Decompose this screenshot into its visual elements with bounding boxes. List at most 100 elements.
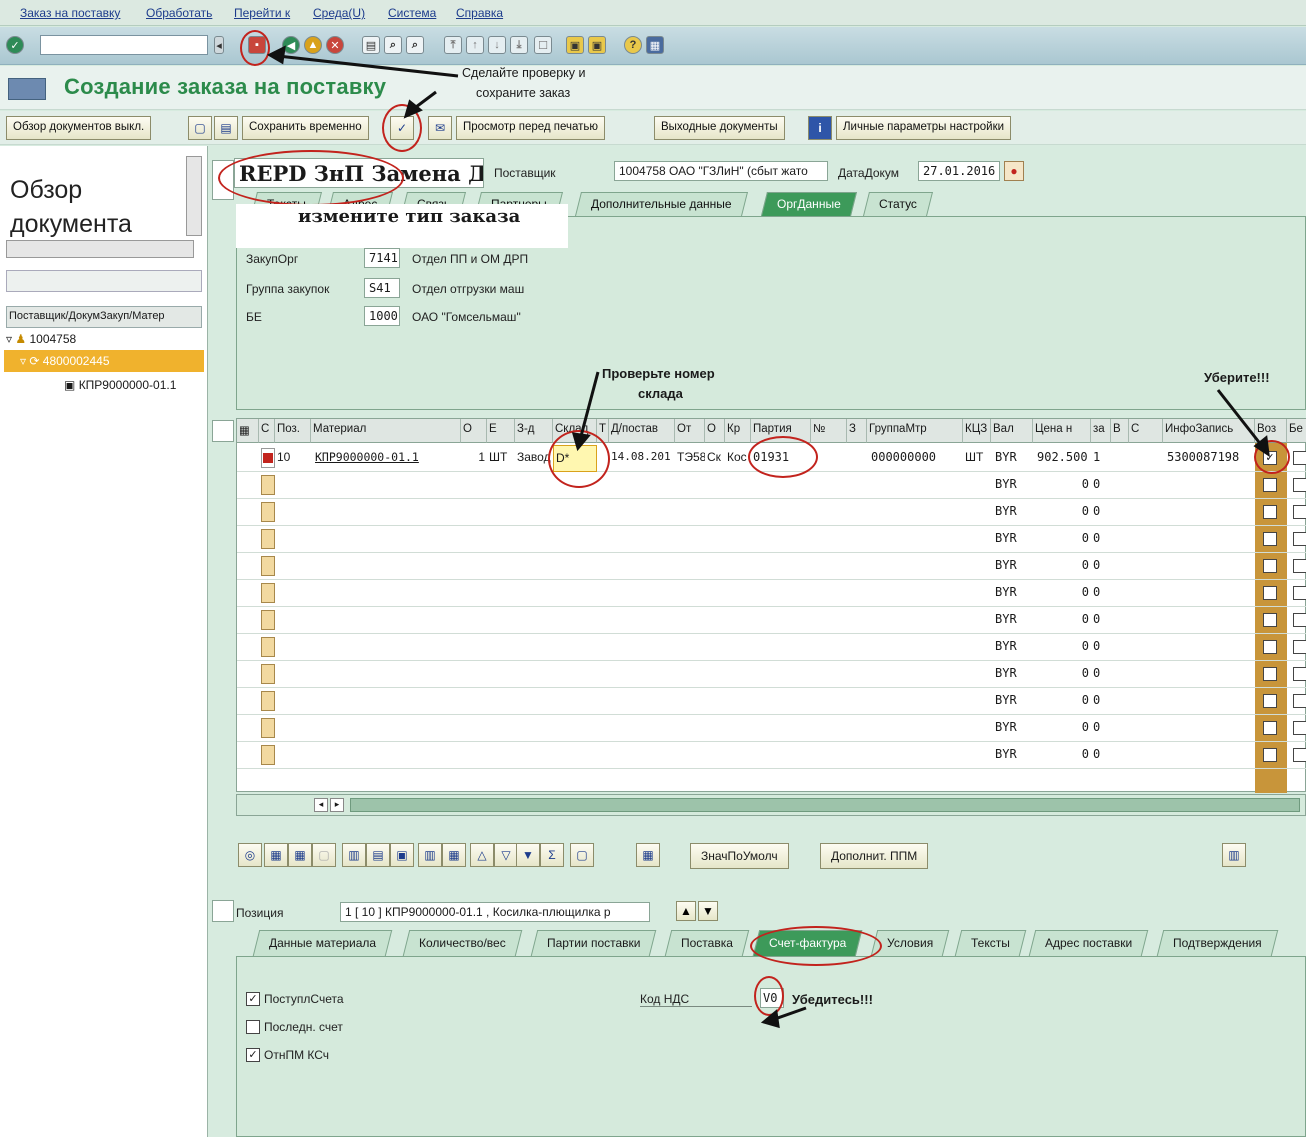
item-select[interactable]: 1 [ 10 ] КПР9000000-01.1 , Косилка-плющи… — [340, 902, 650, 922]
cancel-icon[interactable]: ✕ — [326, 36, 344, 54]
return-checkbox[interactable] — [1263, 505, 1277, 519]
row-selector[interactable] — [261, 475, 275, 495]
col-v[interactable]: В — [1111, 419, 1129, 443]
col-o2[interactable]: О — [705, 419, 725, 443]
cell-per[interactable]: 0 — [1091, 742, 1111, 769]
technical-info-icon[interactable]: ▥ — [1222, 843, 1246, 867]
command-field[interactable] — [40, 35, 208, 55]
table-row[interactable]: BYR 0 0 — [237, 526, 1306, 553]
item-collapse-icon[interactable] — [212, 900, 234, 922]
last-page-icon[interactable]: ⤓ — [510, 36, 528, 54]
col-c[interactable]: С — [1129, 419, 1163, 443]
delete-icon[interactable]: ▥ — [342, 843, 366, 867]
col-info-record[interactable]: ИнфоЗапись — [1163, 419, 1255, 443]
cell-per[interactable]: 0 — [1091, 580, 1111, 607]
col-material-group[interactable]: ГруппаМтр — [867, 419, 963, 443]
details-icon[interactable]: ◎ — [238, 843, 262, 867]
cell-net-price[interactable]: 0 — [1035, 661, 1091, 688]
insert-line-icon[interactable]: ▦ — [288, 843, 312, 867]
tab-delivery[interactable]: Поставка — [664, 930, 750, 956]
output-documents-button[interactable]: Выходные документы — [654, 116, 785, 140]
return-checkbox[interactable] — [1263, 613, 1277, 627]
doc-date-field[interactable]: 27.01.2016 — [918, 161, 1000, 181]
tab-delivery-schedule[interactable]: Партии поставки — [530, 930, 657, 956]
row-selector[interactable] — [261, 745, 275, 765]
select-all-icon[interactable]: ▦ — [237, 419, 259, 443]
vendor-field[interactable]: 1004758 ОАО "ГЗЛиН" (сбыт жато — [614, 161, 828, 181]
layout-menu-icon[interactable]: ▦ — [646, 36, 664, 54]
scroll-left-icon[interactable]: ◂ — [314, 798, 328, 812]
menu-item-environment[interactable]: Среда(U) — [313, 6, 365, 20]
deselect-icon[interactable]: ▣ — [390, 843, 414, 867]
cell-currency[interactable]: BYR — [993, 607, 1033, 634]
settings-icon[interactable]: ▦ — [442, 843, 466, 867]
col-net-price[interactable]: Цена н — [1033, 419, 1091, 443]
scrollbar[interactable] — [186, 156, 202, 236]
be-checkbox[interactable] — [1293, 505, 1306, 519]
menu-item-order[interactable]: Заказ на поставку — [20, 6, 120, 20]
company-code-field[interactable]: 1000 — [364, 306, 400, 326]
table-row[interactable]: BYR 0 0 — [237, 607, 1306, 634]
other-document-icon[interactable]: ▤ — [214, 116, 238, 140]
col-per[interactable]: за — [1091, 419, 1111, 443]
columns-icon[interactable]: ▥ — [418, 843, 442, 867]
tab-delivery-address[interactable]: Адрес поставки — [1028, 930, 1149, 956]
cell-o2[interactable]: Ск — [705, 445, 725, 472]
sum-icon[interactable]: Σ — [540, 843, 564, 867]
menu-item-edit[interactable]: Обработать — [146, 6, 212, 20]
cell-per[interactable]: 0 — [1091, 607, 1111, 634]
cell-currency[interactable]: BYR — [993, 715, 1033, 742]
new-session-icon[interactable]: ▣ — [566, 36, 584, 54]
row-selector[interactable] — [261, 691, 275, 711]
be-checkbox[interactable] — [1293, 451, 1306, 465]
cell-per[interactable]: 0 — [1091, 472, 1111, 499]
new-document-icon[interactable]: ▢ — [188, 116, 212, 140]
cell-currency[interactable]: BYR — [993, 742, 1033, 769]
col-be[interactable]: Бе — [1287, 419, 1306, 443]
enter-icon[interactable]: ✓ — [6, 36, 24, 54]
be-checkbox[interactable] — [1293, 667, 1306, 681]
return-checkbox[interactable] — [1263, 667, 1277, 681]
cell-net-price[interactable]: 0 — [1035, 742, 1091, 769]
cell-delivery-date[interactable]: 14.08.201 — [609, 445, 675, 472]
be-checkbox[interactable] — [1293, 748, 1306, 762]
horizontal-scrollbar-track[interactable] — [350, 798, 1300, 812]
row-selector[interactable] — [261, 718, 275, 738]
cell-per[interactable]: 0 — [1091, 553, 1111, 580]
help-icon[interactable]: ? — [624, 36, 642, 54]
cell-currency[interactable]: BYR — [993, 472, 1033, 499]
tree-node-order[interactable]: ▿ ⟳ 4800002445 — [20, 354, 110, 368]
cell-material[interactable]: КПР9000000-01.1 — [313, 445, 461, 472]
col-kr[interactable]: Кр — [725, 419, 751, 443]
cell-currency[interactable]: BYR — [993, 526, 1033, 553]
tab-additional-data[interactable]: Дополнительные данные — [575, 192, 748, 216]
layout-icon[interactable]: ▦ — [636, 843, 660, 867]
save-temporarily-button[interactable]: Сохранить временно — [242, 116, 369, 140]
horizontal-scrollbar[interactable] — [6, 240, 194, 258]
be-checkbox[interactable] — [1293, 559, 1306, 573]
cell-net-price[interactable]: 0 — [1035, 607, 1091, 634]
tab-org-data[interactable]: ОргДанные — [761, 192, 857, 216]
col-status[interactable]: С — [259, 419, 275, 443]
default-values-button[interactable]: ЗначПоУмолч — [690, 843, 789, 869]
table-row[interactable]: BYR 0 0 — [237, 742, 1306, 769]
col-kcz[interactable]: КЦЗ — [963, 419, 991, 443]
cell-per[interactable]: 0 — [1091, 715, 1111, 742]
cell-per[interactable]: 0 — [1091, 634, 1111, 661]
cell-per[interactable]: 0 — [1091, 526, 1111, 553]
cell-currency[interactable]: BYR — [993, 553, 1033, 580]
table-row[interactable]: BYR 0 0 — [237, 661, 1306, 688]
copy-line-icon[interactable]: ▦ — [264, 843, 288, 867]
first-page-icon[interactable]: ⤒ — [444, 36, 462, 54]
row-selector[interactable] — [261, 583, 275, 603]
cell-currency[interactable]: BYR — [993, 580, 1033, 607]
be-checkbox[interactable] — [1293, 613, 1306, 627]
table-row[interactable]: BYR 0 0 — [237, 634, 1306, 661]
tab-status[interactable]: Статус — [863, 192, 933, 216]
be-checkbox[interactable] — [1293, 532, 1306, 546]
tab-material-data[interactable]: Данные материала — [252, 930, 393, 956]
tab-item-texts[interactable]: Тексты — [954, 930, 1027, 956]
overview-column-header[interactable]: Поставщик/ДокумЗакуп/Матер — [6, 306, 202, 328]
shortcut-icon[interactable]: ☐ — [534, 36, 552, 54]
tree-node-vendor[interactable]: ▿ ♟ 1004758 — [6, 332, 76, 346]
